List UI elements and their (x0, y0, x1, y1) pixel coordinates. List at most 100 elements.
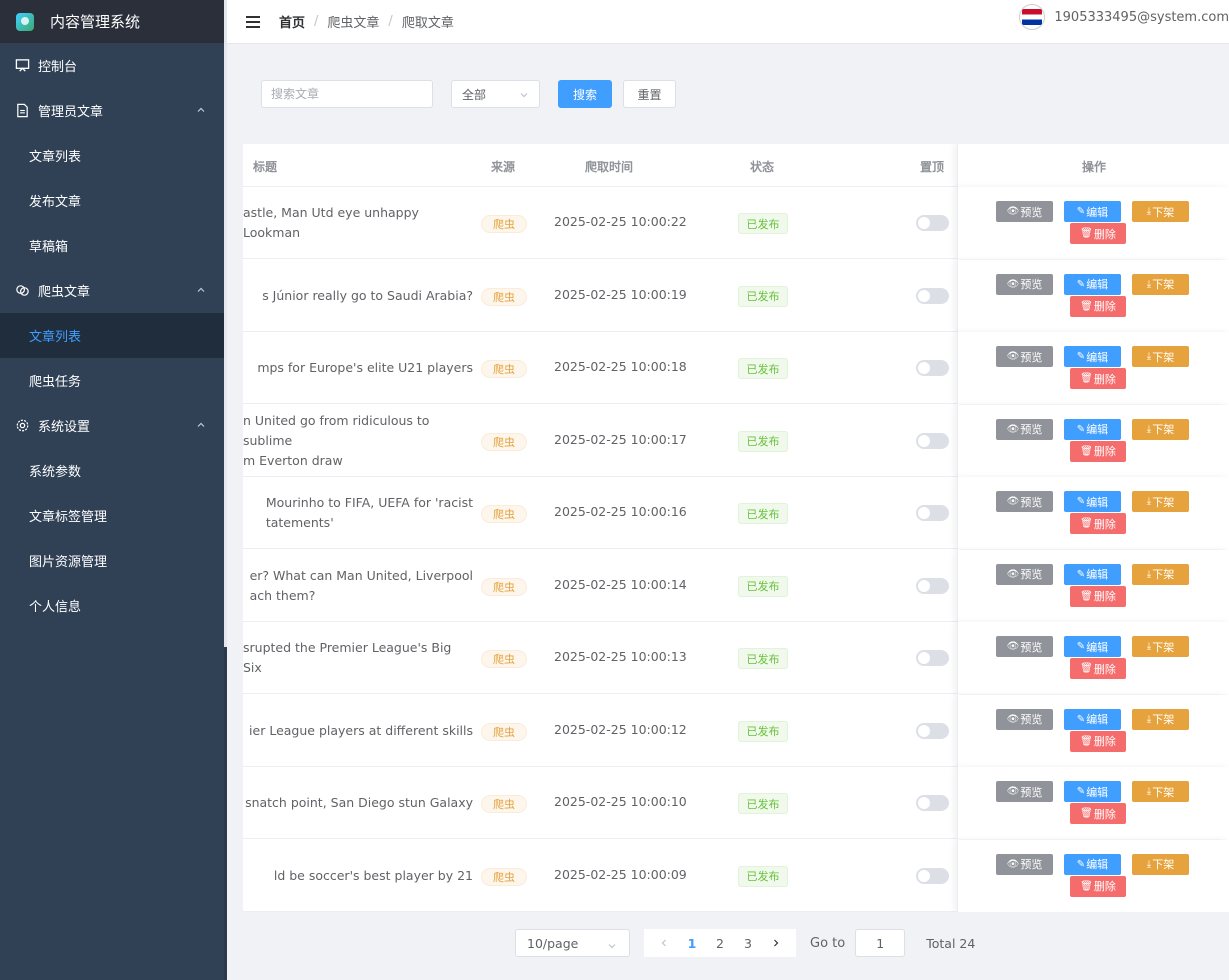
eye-icon: 👁 (1006, 568, 1020, 580)
sidebar-item-label: 系统设置 (38, 420, 91, 435)
sidebar-sub-item-image-resources[interactable]: 图片资源管理 (0, 538, 224, 583)
breadcrumb-item[interactable]: 首页 (279, 12, 305, 31)
crawl-time: 2025-02-25 10:00:10 (554, 794, 687, 809)
pager: 1 2 3 (644, 929, 796, 957)
preview-button[interactable]: 👁 预览 (996, 853, 1053, 875)
source-tag: 爬虫 (481, 505, 527, 523)
pin-toggle[interactable] (916, 795, 949, 811)
edit-button[interactable]: ✎ 编辑 (1064, 273, 1121, 295)
sidebar-sub-item-tag-management[interactable]: 文章标签管理 (0, 493, 224, 538)
delete-button[interactable]: 🗑 删除 (1070, 295, 1126, 317)
edit-button[interactable]: ✎ 编辑 (1064, 491, 1121, 512)
edit-button[interactable]: ✎ 编辑 (1064, 563, 1121, 585)
preview-button[interactable]: 👁 预览 (996, 491, 1053, 512)
next-page-icon[interactable] (762, 936, 790, 951)
sidebar-item-crawler-articles[interactable]: 爬虫文章 (0, 268, 224, 313)
page-size-select[interactable]: 10/page (515, 929, 630, 957)
prev-page-icon[interactable] (650, 936, 678, 951)
preview-button[interactable]: 👁 预览 (996, 708, 1053, 730)
delete-button[interactable]: 🗑 删除 (1070, 658, 1126, 679)
sidebar-sub-item-publish-article[interactable]: 发布文章 (0, 178, 224, 223)
delist-button[interactable]: ⤓ 下架 (1132, 346, 1189, 367)
breadcrumb-item: 爬取文章 (401, 16, 454, 31)
delist-button[interactable]: ⤓ 下架 (1132, 201, 1189, 222)
app-title: 内容管理系统 (50, 13, 141, 31)
app-logo (16, 12, 34, 31)
preview-button[interactable]: 👁 预览 (996, 781, 1053, 802)
delete-button[interactable]: 🗑 删除 (1070, 585, 1126, 607)
edit-button[interactable]: ✎ 编辑 (1064, 781, 1121, 802)
download-icon: ⤓ (1146, 858, 1152, 870)
pin-toggle[interactable] (916, 215, 949, 231)
preview-button[interactable]: 👁 预览 (996, 346, 1053, 367)
delist-button[interactable]: ⤓ 下架 (1132, 491, 1189, 512)
goto-label: Go to (810, 935, 846, 951)
download-icon: ⤓ (1146, 496, 1152, 507)
delist-button[interactable]: ⤓ 下架 (1132, 563, 1189, 585)
sidebar-sub-item-admin-article-list[interactable]: 文章列表 (0, 133, 224, 178)
article-title: snatch point, San Diego stun Galaxy (245, 795, 473, 810)
preview-button[interactable]: 👁 预览 (996, 201, 1053, 222)
pin-toggle[interactable] (916, 577, 949, 594)
sidebar-item-system-settings[interactable]: 系统设置 (0, 403, 224, 448)
pin-toggle[interactable] (916, 722, 949, 739)
pin-toggle[interactable] (916, 287, 949, 304)
page-button-1[interactable]: 1 (678, 936, 706, 951)
sidebar-item-label: 爬虫文章 (38, 285, 91, 300)
preview-button[interactable]: 👁 预览 (996, 563, 1053, 585)
sidebar-sub-item-crawler-article-list[interactable]: 文章列表 (0, 313, 224, 358)
reset-button[interactable]: 重置 (623, 80, 676, 108)
search-button[interactable]: 搜索 (558, 80, 612, 108)
delist-button[interactable]: ⤓ 下架 (1132, 273, 1189, 295)
edit-button[interactable]: ✎ 编辑 (1064, 346, 1121, 367)
pin-toggle[interactable] (916, 360, 949, 376)
user-menu[interactable]: 1905333495@system.com (1019, 4, 1229, 30)
hamburger-icon[interactable] (246, 15, 260, 28)
edit-button[interactable]: ✎ 编辑 (1064, 201, 1121, 222)
delete-button[interactable]: 🗑 删除 (1070, 803, 1126, 824)
sidebar-sub-item-crawler-tasks[interactable]: 爬虫任务 (0, 358, 224, 403)
pin-toggle[interactable] (916, 432, 949, 449)
delist-button[interactable]: ⤓ 下架 (1132, 781, 1189, 802)
delist-button[interactable]: ⤓ 下架 (1132, 418, 1189, 440)
delete-button[interactable]: 🗑 删除 (1070, 730, 1126, 752)
sidebar-sub-item-profile[interactable]: 个人信息 (0, 583, 224, 628)
delete-button[interactable]: 🗑 删除 (1070, 440, 1126, 462)
preview-button[interactable]: 👁 预览 (996, 418, 1053, 440)
source-tag: 爬虫 (481, 215, 527, 233)
edit-button[interactable]: ✎ 编辑 (1064, 708, 1121, 730)
edit-button[interactable]: ✎ 编辑 (1064, 636, 1121, 657)
pin-toggle[interactable] (916, 505, 949, 521)
delete-button[interactable]: 🗑 删除 (1070, 368, 1126, 389)
row-actions: 👁 预览 ✎ 编辑 ⤓ 下架 🗑 删除 (957, 694, 1229, 767)
delist-label: 下架 (1152, 785, 1175, 799)
row-actions: 👁 预览 ✎ 编辑 ⤓ 下架 🗑 删除 (957, 622, 1229, 694)
status-badge: 已发布 (738, 430, 788, 452)
delete-button[interactable]: 🗑 删除 (1070, 875, 1126, 897)
column-header-crawl-time: 爬取时间 (585, 160, 634, 174)
edit-button[interactable]: ✎ 编辑 (1064, 853, 1121, 875)
status-select[interactable]: 全部 (451, 80, 540, 108)
user-email[interactable]: 1905333495@system.com (1054, 10, 1229, 25)
edit-button[interactable]: ✎ 编辑 (1064, 418, 1121, 440)
status-badge: 已发布 (738, 285, 788, 307)
preview-button[interactable]: 👁 预览 (996, 273, 1053, 295)
pin-toggle[interactable] (916, 867, 949, 884)
delete-button[interactable]: 🗑 删除 (1070, 513, 1126, 534)
page-button-3[interactable]: 3 (734, 936, 762, 951)
delete-button[interactable]: 🗑 删除 (1070, 223, 1126, 244)
sidebar-sub-item-drafts[interactable]: 草稿箱 (0, 223, 224, 268)
delist-button[interactable]: ⤓ 下架 (1132, 853, 1189, 875)
page-button-2[interactable]: 2 (706, 936, 734, 951)
pin-toggle[interactable] (916, 650, 949, 666)
sidebar-sub-item-system-params[interactable]: 系统参数 (0, 448, 224, 493)
delist-button[interactable]: ⤓ 下架 (1132, 708, 1189, 730)
sidebar-item-admin-articles[interactable]: 管理员文章 (0, 88, 224, 133)
chevron-up-icon (196, 419, 206, 434)
avatar[interactable] (1019, 4, 1046, 30)
sidebar-item-dashboard[interactable]: 控制台 (0, 43, 224, 88)
preview-button[interactable]: 👁 预览 (996, 636, 1053, 657)
delist-button[interactable]: ⤓ 下架 (1132, 636, 1189, 657)
goto-page-input[interactable] (855, 929, 906, 957)
search-input[interactable] (261, 80, 433, 108)
